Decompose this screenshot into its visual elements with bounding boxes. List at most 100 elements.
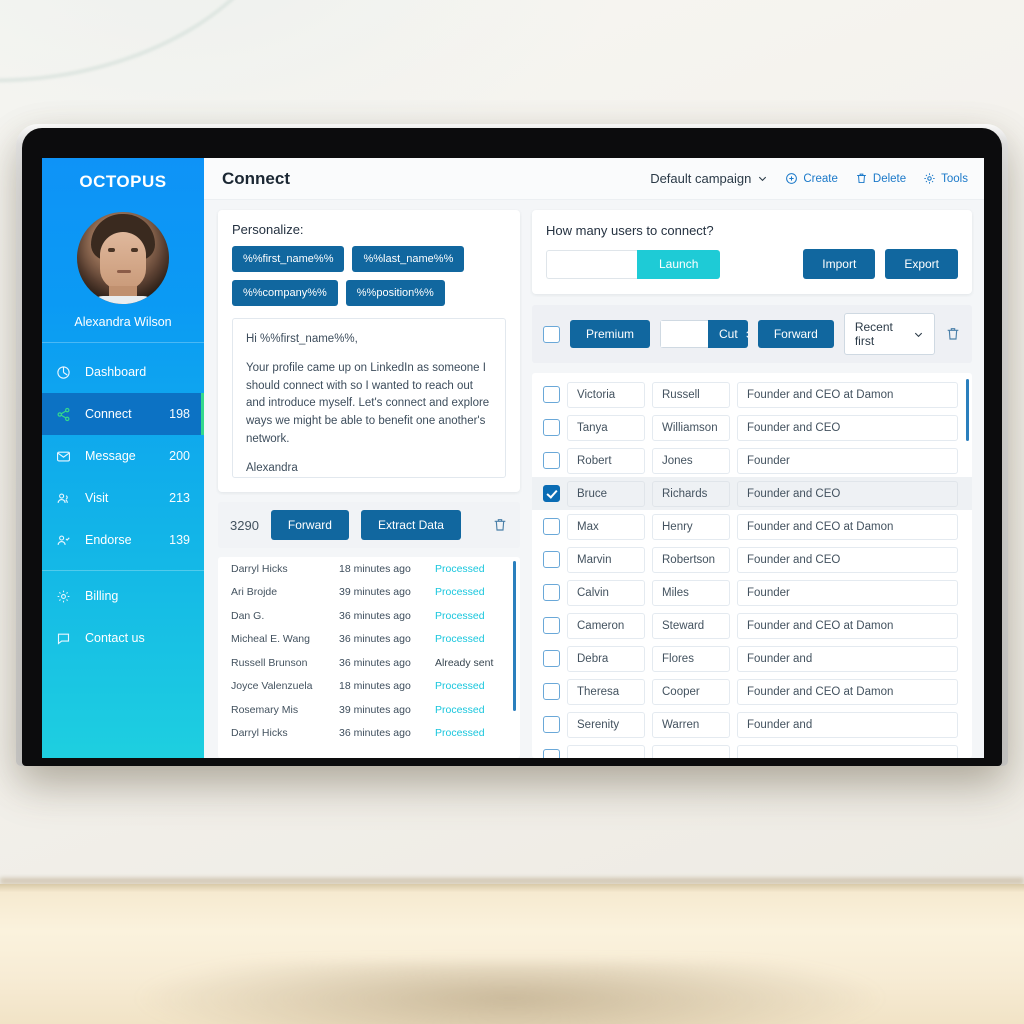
activity-list[interactable]: Darryl Hicks 18 minutes ago Processed Ar… xyxy=(218,557,520,758)
sidebar-item-endorse[interactable]: Endorse 139 xyxy=(42,519,204,561)
row-checkbox[interactable] xyxy=(543,683,560,700)
table-row[interactable]: Victoria Russell Founder and CEO at Damo… xyxy=(532,378,972,411)
cell-first-name[interactable]: Tanya xyxy=(567,414,645,441)
tag-position[interactable]: %%position%% xyxy=(345,280,445,306)
cell-title[interactable] xyxy=(737,744,958,758)
cell-first-name[interactable]: Theresa xyxy=(567,678,645,705)
sidebar-item-billing[interactable]: Billing xyxy=(42,575,204,617)
sidebar-item-dashboard[interactable]: Dashboard xyxy=(42,351,204,393)
cell-title[interactable]: Founder and CEO at Damon xyxy=(737,612,958,639)
cell-title[interactable]: Founder and CEO at Damon xyxy=(737,678,958,705)
row-checkbox[interactable] xyxy=(543,419,560,436)
cell-last-name[interactable]: Miles xyxy=(652,579,730,606)
cell-last-name[interactable]: Richards xyxy=(652,480,730,507)
row-checkbox[interactable] xyxy=(543,617,560,634)
delete-button[interactable]: Delete xyxy=(855,172,906,185)
cell-title[interactable]: Founder and CEO at Damon xyxy=(737,513,958,540)
cut-input[interactable] xyxy=(660,320,709,348)
tag-last-name[interactable]: %%last_name%% xyxy=(352,246,465,272)
table-row[interactable]: Bruce Richards Founder and CEO xyxy=(532,477,972,510)
select-all-checkbox[interactable] xyxy=(543,325,560,343)
extract-data-button[interactable]: Extract Data xyxy=(360,510,461,540)
cell-last-name[interactable]: Russell xyxy=(652,381,730,408)
delete-icon-button[interactable] xyxy=(492,517,508,533)
row-checkbox[interactable] xyxy=(543,485,560,502)
cell-last-name[interactable]: Williamson xyxy=(652,414,730,441)
cell-title[interactable]: Founder and CEO xyxy=(737,414,958,441)
cell-title[interactable]: Founder xyxy=(737,447,958,474)
list-item[interactable]: Micheal E. Wang 36 minutes ago Processed xyxy=(218,628,520,652)
cell-first-name[interactable] xyxy=(567,744,645,758)
forward-filter-button[interactable]: Forward xyxy=(757,320,834,348)
cell-title[interactable]: Founder and CEO xyxy=(737,546,958,573)
cell-last-name[interactable]: Steward xyxy=(652,612,730,639)
cell-title[interactable]: Founder xyxy=(737,579,958,606)
launch-button[interactable]: Launch xyxy=(637,249,721,279)
row-checkbox[interactable] xyxy=(543,749,560,758)
table-row[interactable]: Debra Flores Founder and xyxy=(532,642,972,675)
cut-button[interactable]: Cut xyxy=(708,320,748,348)
cell-first-name[interactable]: Serenity xyxy=(567,711,645,738)
cell-last-name[interactable]: Cooper xyxy=(652,678,730,705)
cell-first-name[interactable]: Marvin xyxy=(567,546,645,573)
table-scrollbar[interactable] xyxy=(966,379,969,441)
list-item[interactable]: Ari Brojde 39 minutes ago Processed xyxy=(218,581,520,605)
app-logo[interactable]: OCTOPUS xyxy=(42,158,204,202)
cell-first-name[interactable]: Max xyxy=(567,513,645,540)
table-row[interactable]: Marvin Robertson Founder and CEO xyxy=(532,543,972,576)
cell-first-name[interactable]: Robert xyxy=(567,447,645,474)
row-checkbox[interactable] xyxy=(543,518,560,535)
table-row[interactable]: Tanya Williamson Founder and CEO xyxy=(532,411,972,444)
table-row[interactable]: Serenity Warren Founder and xyxy=(532,708,972,741)
cell-first-name[interactable]: Debra xyxy=(567,645,645,672)
cell-last-name[interactable]: Warren xyxy=(652,711,730,738)
row-checkbox[interactable] xyxy=(543,650,560,667)
table-row[interactable]: Cameron Steward Founder and CEO at Damon xyxy=(532,609,972,642)
cell-last-name[interactable]: Flores xyxy=(652,645,730,672)
table-row[interactable]: Max Henry Founder and CEO at Damon xyxy=(532,510,972,543)
cell-title[interactable]: Founder and CEO xyxy=(737,480,958,507)
sidebar-item-contact-us[interactable]: Contact us xyxy=(42,617,204,659)
premium-button[interactable]: Premium xyxy=(570,320,651,348)
sidebar-item-message[interactable]: Message 200 xyxy=(42,435,204,477)
list-item[interactable]: Dan G. 36 minutes ago Processed xyxy=(218,604,520,628)
table-row[interactable]: Theresa Cooper Founder and CEO at Damon xyxy=(532,675,972,708)
cell-title[interactable]: Founder and xyxy=(737,711,958,738)
cell-last-name[interactable]: Henry xyxy=(652,513,730,540)
tag-first-name[interactable]: %%first_name%% xyxy=(232,246,345,272)
row-checkbox[interactable] xyxy=(543,551,560,568)
cell-first-name[interactable]: Victoria xyxy=(567,381,645,408)
table-row[interactable]: Calvin Miles Founder xyxy=(532,576,972,609)
campaign-selector[interactable]: Default campaign xyxy=(650,171,768,186)
tools-button[interactable]: Tools xyxy=(923,172,968,185)
cell-title[interactable]: Founder and CEO at Damon xyxy=(737,381,958,408)
sort-select[interactable]: Recent first xyxy=(843,313,935,355)
forward-button[interactable]: Forward xyxy=(270,510,349,540)
sidebar-item-connect[interactable]: Connect 198 xyxy=(42,393,204,435)
cell-last-name[interactable] xyxy=(652,744,730,758)
row-checkbox[interactable] xyxy=(543,716,560,733)
list-item[interactable]: Darryl Hicks 36 minutes ago Processed xyxy=(218,722,520,746)
users-count-input[interactable] xyxy=(546,249,637,279)
cell-title[interactable]: Founder and xyxy=(737,645,958,672)
export-button[interactable]: Export xyxy=(885,249,958,279)
list-item[interactable]: Rosemary Mis 39 minutes ago Processed xyxy=(218,698,520,722)
cell-first-name[interactable]: Calvin xyxy=(567,579,645,606)
list-item[interactable]: Joyce Valenzuela 18 minutes ago Processe… xyxy=(218,675,520,699)
cell-last-name[interactable]: Robertson xyxy=(652,546,730,573)
activity-scrollbar[interactable] xyxy=(513,561,516,711)
tag-company[interactable]: %%company%% xyxy=(232,280,338,306)
message-textarea[interactable]: Hi %%first_name%%, Your profile came up … xyxy=(232,318,506,478)
list-item[interactable]: Darryl Hicks 18 minutes ago Processed xyxy=(218,557,520,581)
sidebar-item-visit[interactable]: Visit 213 xyxy=(42,477,204,519)
row-checkbox[interactable] xyxy=(543,584,560,601)
cell-last-name[interactable]: Jones xyxy=(652,447,730,474)
import-button[interactable]: Import xyxy=(803,249,876,279)
row-checkbox[interactable] xyxy=(543,452,560,469)
list-item[interactable]: Russell Brunson 36 minutes ago Already s… xyxy=(218,651,520,675)
cell-first-name[interactable]: Cameron xyxy=(567,612,645,639)
create-button[interactable]: Create xyxy=(785,172,838,185)
table-row[interactable] xyxy=(532,741,972,758)
row-checkbox[interactable] xyxy=(543,386,560,403)
contacts-table[interactable]: Victoria Russell Founder and CEO at Damo… xyxy=(532,373,972,758)
